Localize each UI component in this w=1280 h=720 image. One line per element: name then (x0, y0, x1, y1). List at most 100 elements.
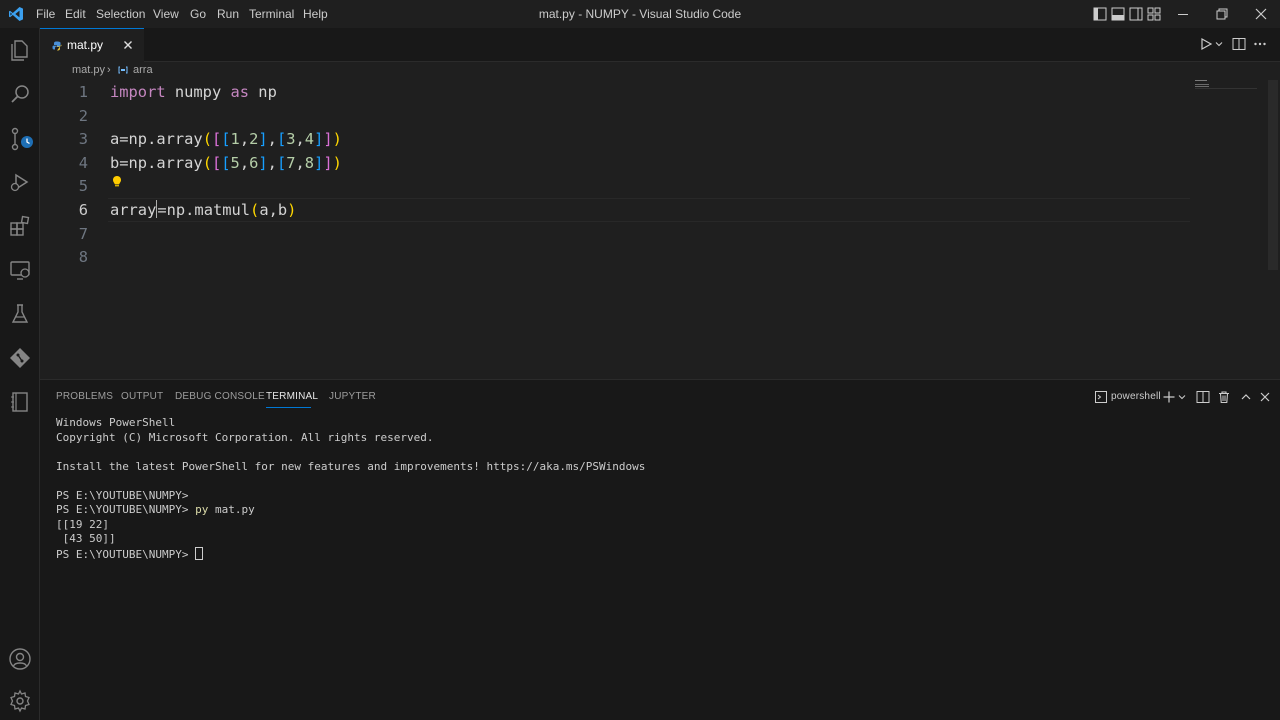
terminal-shell-label[interactable]: powershell (1111, 380, 1161, 414)
code-token: ( (202, 153, 212, 172)
minimize-icon[interactable] (1176, 7, 1190, 21)
close-window-icon[interactable] (1254, 7, 1268, 21)
split-terminal-icon[interactable] (1196, 380, 1210, 414)
toggle-panel-icon[interactable] (1111, 7, 1125, 21)
close-tab-icon[interactable] (121, 38, 135, 52)
code-token: ) (332, 153, 342, 172)
search-icon[interactable] (8, 82, 32, 106)
code-token: , (295, 153, 305, 172)
code-editor[interactable]: 12345678 import numpy as np a=np.array([[… (40, 80, 1280, 378)
code-token: 2 (249, 130, 259, 149)
code-token: [ (211, 153, 222, 172)
bottom-panel: PROBLEMS OUTPUT DEBUG CONSOLE TERMINAL J… (40, 379, 1280, 720)
code-token: a=np. (110, 130, 157, 149)
tab-mat-py[interactable]: mat.py (40, 28, 144, 62)
code-lines: import numpy as np a=np.array([[1,2],[3,4… (40, 80, 1190, 378)
toggle-primary-sidebar-icon[interactable] (1093, 7, 1107, 21)
code-token: 4 (304, 130, 315, 149)
terminal-command-args: mat.py (208, 503, 255, 516)
tab-problems[interactable]: PROBLEMS (56, 380, 113, 414)
minimap[interactable] (1193, 80, 1263, 92)
tab-output[interactable]: OUTPUT (121, 380, 163, 414)
menu-help[interactable]: Help (303, 0, 328, 28)
customize-layout-icon[interactable] (1147, 7, 1161, 21)
new-terminal-icon[interactable] (1162, 380, 1176, 414)
python-file-icon (52, 41, 62, 51)
code-token: , (239, 130, 250, 149)
terminal-command: py (195, 503, 209, 516)
code-token: , (267, 130, 277, 149)
maximize-panel-chevron-up-icon[interactable] (1239, 380, 1253, 414)
run-debug-icon[interactable] (8, 170, 32, 194)
code-line: array=np.matmul(a,b) (110, 198, 296, 222)
terminal-prompt-line: PS E:\YOUTUBE\NUMPY> (56, 546, 204, 563)
toggle-secondary-sidebar-icon[interactable] (1129, 7, 1143, 21)
code-token: 5 (230, 153, 240, 172)
active-tab-underline (266, 407, 311, 408)
tab-jupyter[interactable]: JUPYTER (329, 380, 376, 414)
tab-terminal[interactable]: TERMINAL (266, 380, 318, 414)
code-token: ) (287, 201, 297, 219)
code-token: 7 (286, 153, 296, 172)
code-token: matmul (194, 201, 251, 219)
terminal-cursor (195, 546, 204, 560)
menu-file[interactable]: File (36, 0, 55, 28)
code-token: =np. (157, 201, 195, 219)
extensions-icon[interactable] (8, 214, 32, 238)
code-line: a=np.array([[1,2],[3,4]]) (110, 127, 342, 151)
code-token: ) (332, 130, 342, 149)
code-token: a,b (259, 201, 288, 219)
menu-view[interactable]: View (153, 0, 179, 28)
code-token: [ (221, 153, 231, 172)
git-icon[interactable] (8, 346, 32, 370)
code-token: ] (323, 153, 333, 172)
menu-terminal[interactable]: Terminal (249, 0, 294, 28)
close-panel-icon[interactable] (1258, 380, 1272, 414)
code-token: 1 (230, 130, 240, 149)
trash-icon[interactable] (1217, 380, 1231, 414)
editor-tab-bar: mat.py (40, 28, 1280, 62)
terminal-dropdown-chevron-icon[interactable] (1177, 380, 1187, 414)
notebook-icon[interactable] (8, 390, 32, 414)
terminal-line: [[19 22] (56, 517, 109, 531)
terminal-prompt: PS E:\YOUTUBE\NUMPY> (56, 547, 196, 561)
editor-scrollbar[interactable] (1268, 80, 1278, 270)
menu-go[interactable]: Go (190, 0, 206, 28)
menu-selection[interactable]: Selection (96, 0, 145, 28)
settings-gear-icon[interactable] (8, 689, 32, 713)
menu-edit[interactable]: Edit (65, 0, 86, 28)
code-token: ] (258, 153, 268, 172)
run-options-chevron-icon[interactable] (1214, 38, 1224, 50)
menu-run[interactable]: Run (217, 0, 239, 28)
breadcrumb-symbol[interactable]: arra (133, 62, 153, 78)
code-token: import (110, 83, 166, 101)
terminal-line: [43 50]] (56, 532, 116, 545)
terminal-icon (1095, 380, 1107, 414)
code-token: [ (276, 153, 287, 172)
restore-icon[interactable] (1215, 7, 1229, 21)
lightbulb-icon[interactable] (110, 174, 124, 190)
source-control-icon[interactable] (8, 126, 33, 151)
breadcrumb-file[interactable]: mat.py (72, 62, 105, 78)
code-token: [ (211, 130, 222, 149)
terminal-output[interactable]: Windows PowerShell Copyright (C) Microso… (40, 416, 1280, 716)
code-token: ( (202, 130, 212, 149)
code-token: array (110, 201, 157, 219)
code-token: , (267, 153, 277, 172)
testing-icon[interactable] (8, 302, 32, 326)
code-token: ] (314, 130, 324, 149)
code-token: ] (314, 153, 324, 172)
code-token: [ (276, 130, 287, 149)
remote-explorer-icon[interactable] (8, 258, 32, 282)
split-editor-icon[interactable] (1232, 37, 1246, 51)
run-python-file-icon[interactable] (1199, 37, 1213, 51)
code-token: , (239, 153, 250, 172)
code-token: ] (323, 130, 333, 149)
more-actions-icon[interactable] (1253, 37, 1267, 51)
code-line: import numpy as np (110, 80, 277, 104)
explorer-icon[interactable] (8, 38, 32, 62)
code-token: ( (250, 201, 260, 219)
code-token: as (230, 83, 250, 101)
tab-debug-console[interactable]: DEBUG CONSOLE (175, 380, 265, 414)
account-icon[interactable] (8, 647, 32, 671)
